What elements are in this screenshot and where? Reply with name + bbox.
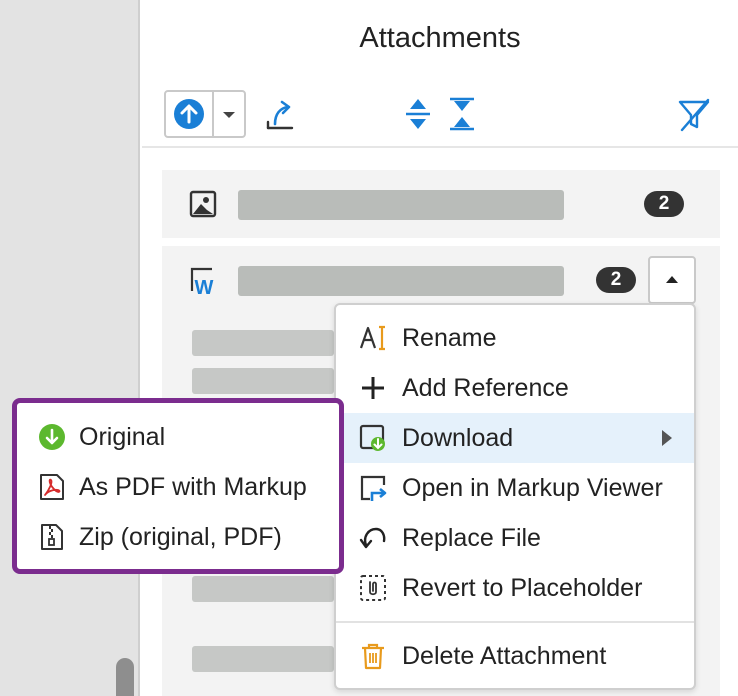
menu-item-label: Download <box>402 424 514 452</box>
download-original-item[interactable]: Original <box>17 412 339 462</box>
filter-icon <box>678 98 710 132</box>
attachment-name-placeholder <box>238 266 564 296</box>
share-arrow-icon <box>266 100 294 130</box>
menu-item-label: Delete Attachment <box>402 642 607 670</box>
placeholder-icon <box>360 575 386 601</box>
upload-split-button <box>164 90 246 138</box>
plus-icon <box>362 377 384 399</box>
panel-title: Attachments <box>359 22 521 54</box>
share-button[interactable] <box>260 94 300 134</box>
download-as-pdf-item[interactable]: As PDF with Markup <box>17 462 339 512</box>
attachment-row-image[interactable]: 2 <box>162 170 720 238</box>
menu-item-delete-attachment[interactable]: Delete Attachment <box>336 631 694 681</box>
menu-item-label: Replace File <box>402 524 541 552</box>
menu-item-rename[interactable]: Rename <box>336 313 694 363</box>
menu-item-download[interactable]: Download <box>336 413 694 463</box>
submenu-arrow-icon <box>662 430 672 446</box>
filter-button[interactable] <box>674 94 714 134</box>
rename-icon <box>359 325 385 351</box>
attachment-count-badge: 2 <box>596 267 636 293</box>
menu-item-label: Revert to Placeholder <box>402 574 643 602</box>
submenu-item-label: Original <box>79 423 166 451</box>
menu-item-revert-to-placeholder[interactable]: Revert to Placeholder <box>336 563 694 613</box>
download-circle-icon <box>39 424 65 450</box>
row-actions-toggle-button[interactable] <box>648 256 696 304</box>
attachments-toolbar <box>142 88 738 148</box>
upload-icon <box>174 99 204 129</box>
reference-placeholder <box>192 368 334 394</box>
open-markup-icon <box>360 475 387 501</box>
menu-item-label: Open in Markup Viewer <box>402 474 663 502</box>
gutter-scrollbar[interactable] <box>116 658 134 696</box>
attachment-count-badge: 2 <box>644 191 684 217</box>
download-zip-item[interactable]: Zip (original, PDF) <box>17 512 339 562</box>
word-doc-icon: W <box>190 267 214 297</box>
reference-placeholder <box>192 330 334 356</box>
chevron-up-icon <box>666 276 678 283</box>
image-icon <box>189 190 217 218</box>
collapse-all-button[interactable] <box>442 94 482 134</box>
menu-separator <box>336 621 694 623</box>
expand-all-button[interactable] <box>398 94 438 134</box>
menu-item-add-reference[interactable]: Add Reference <box>336 363 694 413</box>
expand-all-icon <box>406 99 430 129</box>
reference-placeholder <box>192 646 334 672</box>
upload-options-button[interactable] <box>214 92 244 136</box>
attachment-name-placeholder <box>238 190 564 220</box>
chevron-down-icon <box>223 112 235 118</box>
submenu-item-label: As PDF with Markup <box>79 473 307 501</box>
replace-icon <box>359 527 386 549</box>
menu-item-open-in-markup-viewer[interactable]: Open in Markup Viewer <box>336 463 694 513</box>
menu-item-label: Rename <box>402 324 497 352</box>
attachment-context-menu: Rename Add Reference Download Open in Ma… <box>334 303 696 690</box>
download-submenu: Original As PDF with Markup Zip (origina… <box>12 398 344 574</box>
zip-icon <box>41 524 63 550</box>
trash-icon <box>362 643 384 670</box>
collapse-all-icon <box>450 97 474 131</box>
submenu-item-label: Zip (original, PDF) <box>79 523 282 551</box>
menu-item-replace-file[interactable]: Replace File <box>336 513 694 563</box>
download-icon <box>359 424 385 451</box>
menu-item-label: Add Reference <box>402 374 569 402</box>
left-gutter <box>0 0 140 696</box>
upload-button[interactable] <box>166 92 212 136</box>
pdf-icon <box>40 474 64 500</box>
reference-placeholder <box>192 576 334 602</box>
svg-text:W: W <box>195 277 214 297</box>
